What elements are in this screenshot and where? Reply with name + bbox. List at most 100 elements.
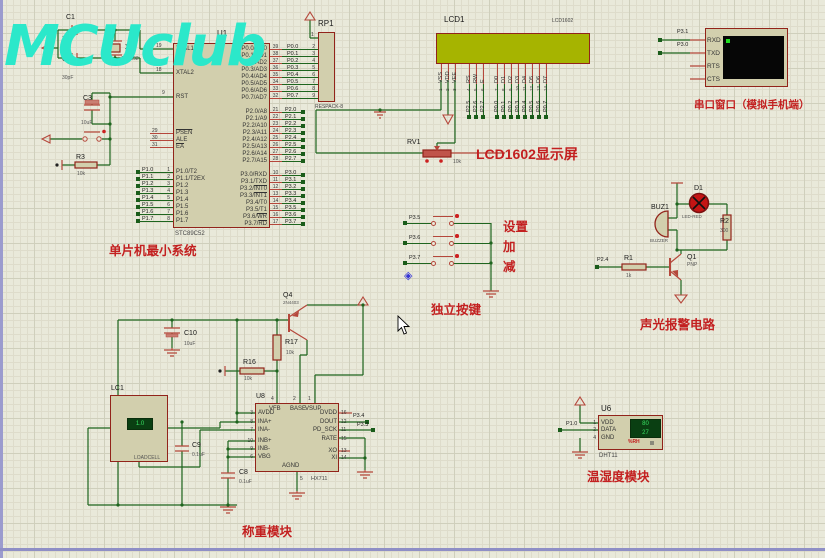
power-arrow-icon [575, 397, 585, 405]
net-terminal [301, 187, 305, 191]
lcd-pin-name: D2 [509, 76, 515, 83]
net-label: P3.2 [285, 184, 296, 190]
mcu-pin-name: P2.0/A8 [180, 109, 267, 115]
lcd-part: LCD1602 [552, 19, 573, 24]
net-label: P0.3 [516, 101, 522, 112]
terminal-pin-name: TXD [707, 47, 721, 60]
net-terminal [301, 110, 305, 114]
mcu-pin-number: 3 [159, 181, 170, 187]
dht11-pin-number: 4 [588, 434, 596, 442]
button-terminal [431, 221, 436, 226]
lcd-pin-number: 14 [544, 86, 549, 91]
hx711-pin-name: INA+ [258, 418, 288, 427]
net-label: P3.1 [285, 177, 296, 183]
hx711-pin-number: 14 [341, 455, 351, 463]
net-label: P0.5 [287, 79, 298, 85]
lcd-pin-name: D0 [495, 76, 501, 83]
transistor-ref: Q4 [283, 292, 292, 299]
respack-pin-number: 9 [306, 93, 315, 99]
pot-ref: RV1 [407, 139, 421, 146]
mcu-pin-row: P2.2/A10 23 P2.2 [180, 123, 345, 130]
mcu-pin-row: P0.5/AD5 34 P0.5 [180, 81, 345, 88]
mcu-pin-number: 30 [152, 135, 164, 141]
lcd1602-screen[interactable] [436, 33, 590, 64]
hx711-pin-number: 13 [341, 447, 351, 455]
net-terminal [301, 124, 305, 128]
transistor-part: 2N4403 [283, 301, 299, 306]
led-d1[interactable] [690, 194, 709, 213]
net-terminal [301, 201, 305, 205]
net-terminal [301, 117, 305, 121]
dht-section-title: 温湿度模块 [587, 471, 650, 484]
net-label: P0.1 [287, 51, 298, 57]
mcu-pin-row: P0.7/AD7 32 P0.7 [180, 95, 345, 102]
cap-ref: C9 [192, 442, 201, 449]
push-button-row[interactable]: P3.5 设置 [403, 215, 563, 235]
net-label: P0.6 [287, 86, 298, 92]
mcu-p2-pins: P2.0/A8 21 P2.0 P2.1/A9 22 P2.1 P2.2/A10… [180, 109, 345, 165]
reset-button-terminal[interactable] [83, 137, 87, 141]
hx711-left-pin-numbers: 387 [244, 409, 253, 435]
reset-button-terminal[interactable] [97, 137, 101, 141]
lcd-pin-name: VEE [453, 72, 459, 83]
button-dot [455, 214, 459, 218]
net-label: P3.7 [409, 255, 420, 261]
net-label: P0.7 [544, 101, 550, 112]
net-label: P1.0 [566, 422, 577, 428]
net-label: P3.5 [409, 215, 420, 221]
resistor-value: 1k [626, 274, 631, 279]
hx711-pin-name: INB+ [258, 437, 288, 445]
lcd-pin-column: D1 8 P0.1 [501, 64, 508, 122]
net-terminal [301, 208, 305, 212]
hx711-part: HX711 [311, 477, 327, 483]
mcu-pin-number: 6 [159, 202, 170, 208]
led-part: LED-RED [682, 215, 702, 220]
net-terminal [301, 194, 305, 198]
mcu-pin-number: 29 [152, 128, 164, 134]
push-button-row[interactable]: P3.7 减 [403, 255, 563, 275]
watermark-logo: MCUclub [4, 14, 265, 79]
net-label: P3.0 [677, 43, 688, 49]
buzzer-buz1[interactable] [655, 211, 668, 237]
hx711-left-pin-names: INB+INB-VBG [258, 437, 288, 461]
led-cross [693, 197, 705, 209]
mcu-pin-row: P3.5/T1 15 P3.5 [180, 207, 345, 214]
alarm-section-title: 声光报警电路 [640, 319, 715, 332]
lcd-pin-column: D3 10 P0.3 [515, 64, 522, 122]
terminal-screen [723, 36, 784, 79]
hx711-right-pin-numbers: 16121115 [341, 409, 351, 443]
key-function-label: 设置 [503, 216, 528, 235]
mcu-pin-number: 1 [159, 167, 170, 173]
resistor-r3[interactable] [75, 162, 97, 168]
ground-arrow-icon [42, 135, 50, 143]
mcu-pin-row: P2.7/A15 28 P2.7 [180, 158, 345, 165]
net-label: P2.5 [467, 101, 473, 112]
hx711-pin-number: 3 [244, 409, 253, 418]
net-label: P0.2 [287, 58, 298, 64]
hx711-pin-name: PD_SCK [299, 426, 337, 435]
push-button-row[interactable]: P3.6 加 [403, 235, 563, 255]
resistor-ref: R3 [76, 154, 85, 161]
lcd-pin-number: 12 [530, 86, 535, 91]
net-label: P1.4 [142, 195, 153, 201]
dht11-unit-label: %RH [628, 440, 640, 445]
resistor-r17[interactable] [273, 335, 281, 360]
power-flag-dot [55, 163, 58, 166]
button-terminal [431, 241, 436, 246]
hx711-pin-name: AGND [282, 463, 299, 469]
mcu-pin-number: 2 [159, 174, 170, 180]
dht11-temperature-value: 27 [631, 429, 660, 437]
loadcell-display: 1.0 [127, 418, 153, 430]
pot-rv1[interactable] [423, 150, 451, 157]
mouse-cursor [398, 316, 409, 334]
hx711-pin-number: 15 [341, 435, 351, 444]
proteus-schematic-canvas[interactable]: 1.0 80 27 %RH [0, 0, 825, 558]
resistor-r1[interactable] [622, 264, 646, 270]
transistor-ref: Q1 [687, 254, 696, 261]
dht11-pin-name: GND [601, 434, 625, 442]
resistor-r16[interactable] [240, 368, 264, 374]
respack-pin-number: 7 [306, 79, 315, 85]
loadcell-body[interactable]: 1.0 [110, 395, 168, 462]
mcu-pin-name: P3.1/TXD [180, 179, 267, 185]
lcd-pin-name: RW [474, 74, 480, 83]
